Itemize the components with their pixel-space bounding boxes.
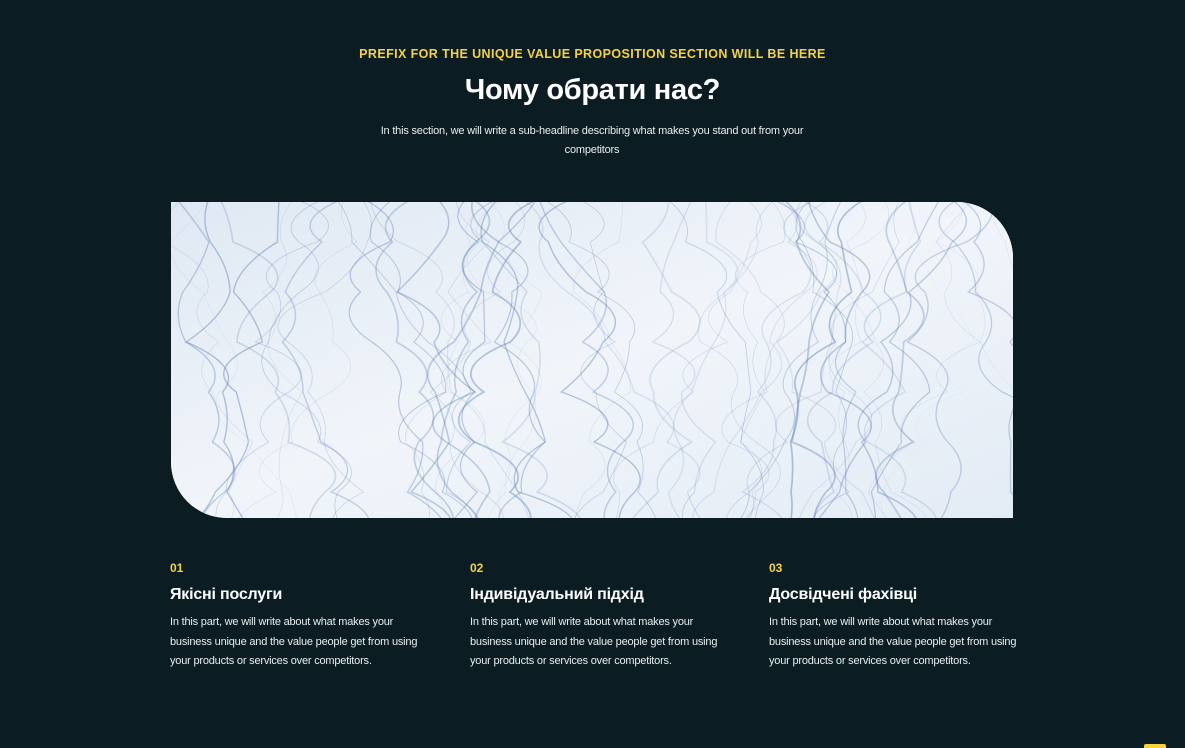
section-prefix: PREFIX FOR THE UNIQUE VALUE PROPOSITION … — [359, 47, 826, 61]
scroll-to-top-button[interactable] — [1144, 744, 1166, 748]
feature-item: 02 Індивідуальний підхід In this part, w… — [470, 561, 730, 672]
feature-number: 01 — [170, 561, 184, 575]
feature-number: 02 — [470, 561, 484, 575]
feature-number: 03 — [769, 561, 783, 575]
section-title: Чому обрати нас? — [464, 74, 721, 106]
abstract-texture-image — [171, 202, 1013, 518]
feature-item: 03 Досвідчені фахівці In this part, we w… — [769, 561, 1029, 672]
feature-title: Індивідуальний підхід — [470, 586, 644, 603]
feature-description: In this part, we will write about what m… — [769, 616, 1017, 667]
feature-title: Якісні послуги — [170, 586, 283, 603]
section-subtitle: In this section, we will write a sub-hea… — [380, 125, 804, 156]
feature-description: In this part, we will write about what m… — [470, 616, 718, 667]
hero-image — [171, 202, 1013, 518]
feature-description: In this part, we will write about what m… — [170, 616, 418, 667]
feature-item: 01 Якісні послуги In this part, we will … — [170, 561, 430, 672]
feature-title: Досвідчені фахівці — [769, 586, 917, 603]
